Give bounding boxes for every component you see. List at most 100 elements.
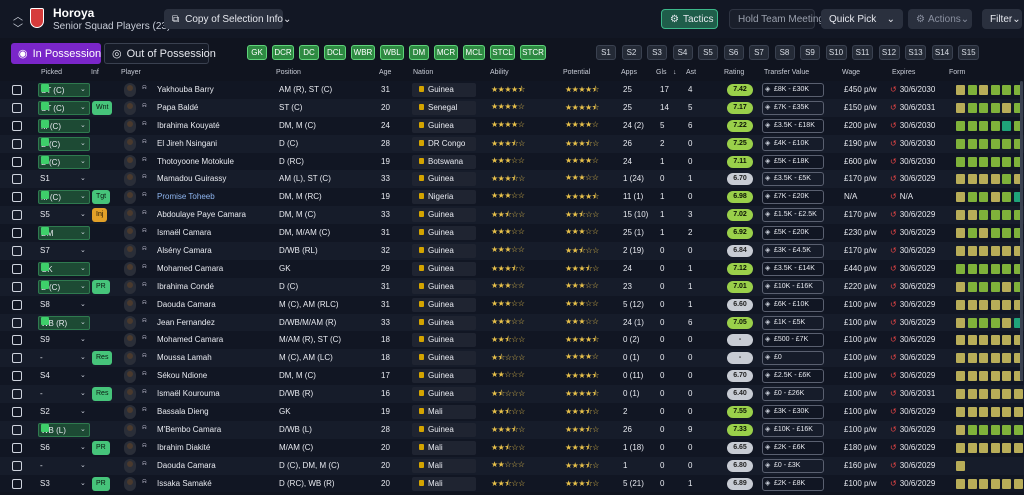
col-position[interactable]: Position bbox=[276, 69, 301, 76]
transfer-value[interactable]: £7K - £35K bbox=[762, 100, 824, 115]
table-row[interactable]: - ⌄ Res ⍾ Ismaël Kourouma D/WB (R) 16 Guinea ★⯪☆… bbox=[0, 385, 1024, 404]
transfer-value[interactable]: £2K - £8K bbox=[762, 476, 824, 491]
select-checkbox[interactable] bbox=[12, 210, 22, 221]
chevron-down-icon[interactable]: ⌄ bbox=[80, 139, 86, 147]
tab-out-of-possession[interactable]: ◎ Out of Possession bbox=[104, 43, 216, 64]
table-row[interactable]: M (C) ⌄ Tgt ⍾ Promise Toheeb DM, M (RC) 19 Nige… bbox=[0, 188, 1024, 207]
table-row[interactable]: ST (C) ⌄ Wnt ⍾ Papa Baldé ST (C) 20 Senegal ★★★★… bbox=[0, 98, 1024, 117]
report-icon[interactable]: ⍾ bbox=[142, 84, 147, 92]
nation-pill[interactable]: Guinea bbox=[412, 118, 476, 133]
select-checkbox[interactable] bbox=[12, 228, 22, 239]
select-checkbox[interactable] bbox=[12, 353, 22, 364]
player-name[interactable]: Papa Baldé bbox=[157, 103, 198, 112]
nation-pill[interactable]: Guinea bbox=[412, 369, 476, 384]
copy-selection-dropdown[interactable]: ⧉ Copy of Selection Info ⌄ bbox=[164, 9, 291, 29]
player-name[interactable]: M'Bembo Camara bbox=[157, 425, 221, 434]
chevron-down-icon[interactable]: ⌄ bbox=[80, 371, 86, 379]
chevron-down-icon[interactable]: ⌄ bbox=[80, 335, 86, 343]
report-icon[interactable]: ⍾ bbox=[142, 173, 147, 181]
position-button[interactable]: STCL bbox=[490, 45, 515, 60]
nation-pill[interactable]: DR Congo bbox=[412, 136, 476, 151]
sub-slot-button[interactable]: S5 bbox=[698, 45, 718, 60]
chevron-down-icon[interactable]: ⌄ bbox=[80, 157, 86, 165]
position-button[interactable]: WBR bbox=[351, 45, 375, 60]
player-name[interactable]: Ibrahim Diakité bbox=[157, 443, 210, 452]
select-checkbox[interactable] bbox=[12, 192, 22, 203]
table-row[interactable]: WB (L) ⌄ ⍾ M'Bembo Camara D/WB (L) 28 Guinea ★★… bbox=[0, 420, 1024, 439]
sub-slot-button[interactable]: S7 bbox=[749, 45, 769, 60]
nation-pill[interactable]: Mali bbox=[412, 440, 476, 455]
table-row[interactable]: S2 ⌄ ⍾ Bassala Dieng GK 19 Mali ★★⯪☆☆ ★★★⯪☆ 2 0 0 7.… bbox=[0, 403, 1024, 421]
chevron-down-icon[interactable]: ⌄ bbox=[80, 282, 86, 290]
col-picked[interactable]: Picked bbox=[41, 69, 62, 76]
transfer-value[interactable]: £3.5K - £18K bbox=[762, 118, 824, 133]
chevron-down-icon[interactable]: ⌄ bbox=[80, 210, 86, 218]
transfer-value[interactable]: £5K - £18K bbox=[762, 154, 824, 169]
transfer-value[interactable]: £10K - £16K bbox=[762, 279, 824, 294]
quick-pick-button[interactable]: Quick Pick ⌄ bbox=[821, 9, 903, 29]
player-name[interactable]: Daouda Camara bbox=[157, 300, 216, 309]
select-checkbox[interactable] bbox=[12, 424, 22, 435]
transfer-value[interactable]: £0 - £3K bbox=[762, 458, 824, 473]
select-checkbox[interactable] bbox=[12, 281, 22, 292]
report-icon[interactable]: ⍾ bbox=[142, 442, 147, 450]
chevron-down-icon[interactable]: ⌄ bbox=[80, 121, 86, 129]
report-icon[interactable]: ⍾ bbox=[142, 460, 147, 468]
report-icon[interactable]: ⍾ bbox=[142, 299, 147, 307]
actions-button[interactable]: ⚙ Actions ⌄ bbox=[908, 9, 972, 29]
col-potential[interactable]: Potential bbox=[563, 69, 590, 76]
sub-slot-button[interactable]: S9 bbox=[800, 45, 820, 60]
sub-slot-button[interactable]: S1 bbox=[596, 45, 616, 60]
table-row[interactable]: D (C) ⌄ ⍾ El Jireh Nsingani D (C) 28 DR Congo ★… bbox=[0, 134, 1024, 153]
select-checkbox[interactable] bbox=[12, 407, 22, 418]
club-name[interactable]: Horoya bbox=[53, 6, 94, 20]
position-button[interactable]: MCL bbox=[463, 45, 485, 60]
sub-slot-button[interactable]: S14 bbox=[931, 45, 953, 60]
nation-pill[interactable]: Senegal bbox=[412, 100, 476, 115]
col-age[interactable]: Age bbox=[379, 69, 391, 76]
select-checkbox[interactable] bbox=[12, 335, 22, 346]
nation-pill[interactable]: Guinea bbox=[412, 387, 476, 402]
nation-pill[interactable]: Guinea bbox=[412, 83, 476, 97]
table-row[interactable]: DM⌄⍾Ismaël CamaraDM, M/AM (C)31Guinea★★★… bbox=[0, 224, 1024, 243]
table-row[interactable]: - ⌄ ⍾ Daouda Camara D (C), DM, M (C) 20 Mali ★★… bbox=[0, 456, 1024, 475]
report-icon[interactable]: ⍾ bbox=[142, 478, 147, 486]
report-icon[interactable]: ⍾ bbox=[142, 370, 147, 378]
player-name[interactable]: El Jireh Nsingani bbox=[157, 139, 217, 148]
transfer-value[interactable]: £1.5K - £2.5K bbox=[762, 208, 824, 223]
nation-pill[interactable]: Guinea bbox=[412, 297, 476, 312]
report-icon[interactable]: ⍾ bbox=[142, 406, 147, 414]
player-name[interactable]: Abdoulaye Paye Camara bbox=[157, 210, 246, 219]
select-checkbox[interactable] bbox=[12, 85, 22, 95]
table-row[interactable]: D (C) ⌄ ⍾ Thotoyoone Motokule D (RC) 19 Botswa… bbox=[0, 152, 1024, 171]
player-name[interactable]: Jean Fernandez bbox=[157, 318, 215, 327]
table-row[interactable]: GK⌄⍾Mohamed CamaraGK29Guinea★★★⯪☆★★★⯪☆24… bbox=[0, 259, 1024, 278]
transfer-value[interactable]: £7K - £20K bbox=[762, 190, 824, 205]
col-rating[interactable]: Rating bbox=[724, 69, 744, 76]
sub-slot-button[interactable]: S12 bbox=[878, 45, 900, 60]
player-name[interactable]: Ismaël Kourouma bbox=[157, 389, 220, 398]
table-row[interactable]: D (C) ⌄ PR ⍾ Ibrahima Condé D (C) 31 Guinea ★★★☆… bbox=[0, 277, 1024, 296]
player-name[interactable]: Ibrahima Condé bbox=[157, 282, 214, 291]
table-row[interactable]: S3 ⌄ PR ⍾ Issaka Samaké D (RC), WB (R) 20 Mali ★… bbox=[0, 474, 1024, 493]
chevron-down-icon[interactable]: ⌄ bbox=[80, 192, 86, 200]
report-icon[interactable]: ⍾ bbox=[142, 102, 147, 110]
nation-pill[interactable]: Guinea bbox=[412, 208, 476, 223]
nation-pill[interactable]: Botswana bbox=[412, 154, 476, 169]
col-form[interactable]: Form bbox=[949, 69, 965, 76]
sub-slot-button[interactable]: S4 bbox=[672, 45, 693, 60]
col-expires[interactable]: Expires bbox=[892, 69, 915, 76]
position-button[interactable]: GK bbox=[247, 45, 267, 60]
player-name[interactable]: Mohamed Camara bbox=[157, 335, 223, 344]
transfer-value[interactable]: £3.5K - £5K bbox=[762, 172, 824, 187]
player-name[interactable]: Moussa Lamah bbox=[157, 353, 212, 362]
nation-pill[interactable]: Guinea bbox=[412, 261, 476, 276]
sub-slot-button[interactable]: S11 bbox=[852, 45, 873, 60]
select-checkbox[interactable] bbox=[12, 138, 22, 149]
select-checkbox[interactable] bbox=[12, 317, 22, 328]
transfer-value[interactable]: £3.5K - £14K bbox=[762, 261, 824, 276]
report-icon[interactable]: ⍾ bbox=[142, 227, 147, 235]
nation-pill[interactable]: Mali bbox=[412, 405, 476, 420]
chevron-down-icon[interactable]: ⌄ bbox=[80, 300, 86, 308]
chevron-down-icon[interactable]: ⌄ bbox=[80, 318, 86, 326]
